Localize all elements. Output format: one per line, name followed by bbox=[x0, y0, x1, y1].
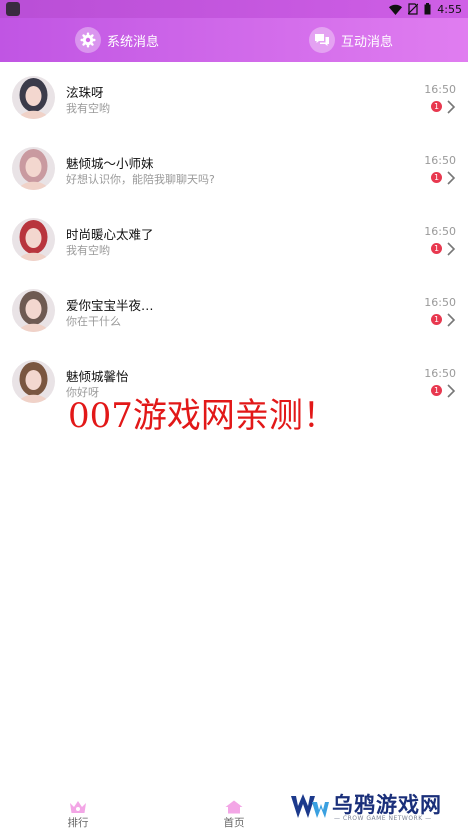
message-time: 16:50 bbox=[424, 225, 456, 238]
unread-badge: 1 bbox=[431, 243, 442, 254]
tab-system-messages[interactable]: 系统消息 bbox=[0, 18, 234, 62]
watermark-text: 007游戏网亲测！ bbox=[68, 396, 337, 436]
message-row[interactable]: 爱你宝宝半夜… 你在干什么 16:50 1 bbox=[0, 275, 468, 346]
unread-badge: 1 bbox=[431, 172, 442, 183]
message-time: 16:50 bbox=[424, 296, 456, 309]
tab-system-messages-label: 系统消息 bbox=[106, 34, 159, 50]
home-icon bbox=[225, 800, 243, 814]
logo-subtitle: — CROW GAME NETWORK — bbox=[334, 815, 432, 822]
message-time: 16:50 bbox=[424, 154, 456, 167]
message-time: 16:50 bbox=[424, 83, 456, 96]
tab-interaction-messages-label: 互动消息 bbox=[340, 34, 393, 50]
nav-home[interactable]: 首页 bbox=[204, 800, 264, 830]
avatar[interactable] bbox=[12, 289, 55, 332]
status-bar: 4:55 bbox=[0, 0, 468, 18]
message-row[interactable]: 泫珠呀我有空哟 16:50 1 bbox=[0, 62, 468, 133]
message-row[interactable]: 时尚暖心太难了 我有空哟 16:50 1 bbox=[0, 204, 468, 275]
nav-home-label: 首页 bbox=[223, 817, 245, 829]
wifi-icon bbox=[389, 4, 403, 15]
contact-name: 魅倾城～小师妹 bbox=[66, 156, 154, 171]
contact-name: 爱你宝宝半夜… bbox=[66, 298, 154, 313]
unread-badge: 1 bbox=[431, 101, 442, 112]
chevron-right-icon bbox=[447, 100, 456, 114]
site-logo: 乌鸦游戏网 — CROW GAME NETWORK — bbox=[290, 788, 462, 828]
avatar[interactable] bbox=[12, 76, 55, 119]
contact-name: 魅倾城馨怡 bbox=[66, 369, 129, 384]
message-tabs: 系统消息 互动消息 bbox=[0, 18, 468, 62]
nav-ranking-label: 排行 bbox=[67, 817, 89, 829]
ranking-icon bbox=[70, 801, 86, 813]
status-icons: 4:55 bbox=[389, 1, 462, 17]
avatar[interactable] bbox=[12, 218, 55, 261]
app-notification-icon bbox=[6, 2, 20, 16]
contact-name: 时尚暖心太难了 bbox=[66, 227, 154, 242]
chevron-right-icon bbox=[447, 171, 456, 185]
tab-interaction-messages[interactable]: 互动消息 bbox=[234, 18, 468, 62]
avatar[interactable] bbox=[12, 360, 55, 403]
contact-name: 泫珠呀 bbox=[66, 85, 104, 100]
chevron-right-icon bbox=[447, 384, 456, 398]
chevron-right-icon bbox=[447, 242, 456, 256]
unread-badge: 1 bbox=[431, 314, 442, 325]
chevron-right-icon bbox=[447, 313, 456, 327]
unread-badge: 1 bbox=[431, 385, 442, 396]
no-sim-icon bbox=[408, 3, 419, 15]
status-time: 4:55 bbox=[437, 2, 462, 16]
message-preview: 好想认识你，能陪我聊聊天吗? bbox=[66, 173, 215, 186]
avatar[interactable] bbox=[12, 147, 55, 190]
message-time: 16:50 bbox=[424, 367, 456, 380]
crow-logo-icon bbox=[291, 794, 329, 818]
message-preview: 我有空哟 bbox=[66, 244, 110, 257]
message-preview: 我有空哟 bbox=[66, 102, 110, 115]
message-preview: 你在干什么 bbox=[66, 315, 121, 328]
message-list: 泫珠呀我有空哟 16:50 1 魅倾城～小师妹好想认识你，能陪我聊聊天吗? 16:50 1… bbox=[0, 62, 468, 417]
battery-icon bbox=[424, 3, 431, 15]
nav-ranking[interactable]: 排行 bbox=[48, 800, 108, 830]
message-row[interactable]: 魅倾城～小师妹好想认识你，能陪我聊聊天吗? 16:50 1 bbox=[0, 133, 468, 204]
chat-icon bbox=[308, 27, 335, 53]
gear-icon bbox=[74, 27, 101, 53]
